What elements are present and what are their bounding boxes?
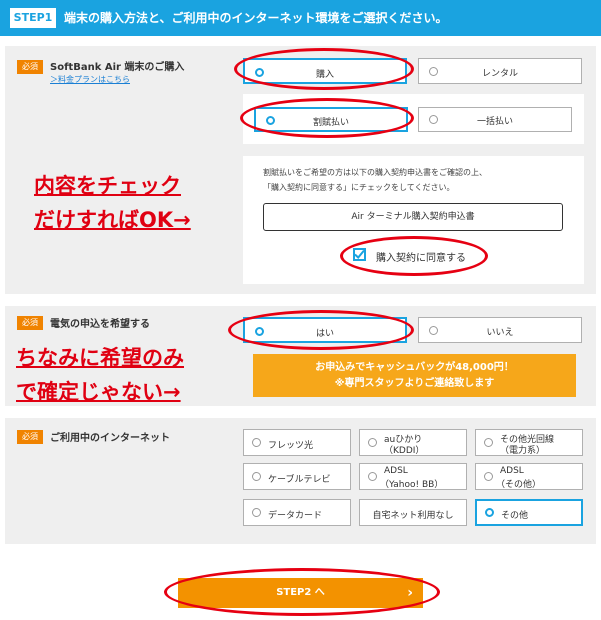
radio-icon bbox=[484, 472, 493, 481]
purchase-title: SoftBank Air 端末のご購入 bbox=[50, 62, 185, 73]
option-adsl-yahoo[interactable]: ADSL （Yahoo! BB） bbox=[359, 463, 467, 490]
option-other-fiber[interactable]: その他光回線 （電力系） bbox=[475, 429, 583, 456]
option-sublabel: （電力系） bbox=[500, 446, 546, 456]
option-lump-sum-label: 一括払い bbox=[476, 117, 513, 127]
electricity-title: 電気の申込を希望する bbox=[50, 319, 150, 330]
step-badge: STEP1 bbox=[10, 8, 56, 28]
highlight-ellipse-purchase bbox=[234, 48, 414, 90]
option-label: ADSL bbox=[500, 466, 524, 476]
annotation-1-line-1: 内容をチェック bbox=[34, 174, 181, 198]
option-adsl-other[interactable]: ADSL （その他） bbox=[475, 463, 583, 490]
cashback-line-1: お申込みでキャッシュバックが48,000円！ bbox=[315, 362, 514, 373]
required-badge: 必須 bbox=[17, 60, 43, 74]
option-flets[interactable]: フレッツ光 bbox=[243, 429, 351, 456]
cashback-banner: お申込みでキャッシュバックが48,000円！ ※専門スタッフよりご連絡致します bbox=[253, 354, 576, 397]
highlight-ellipse-step2 bbox=[164, 568, 440, 616]
option-no-label: いいえ bbox=[486, 328, 514, 338]
radio-icon bbox=[252, 438, 261, 447]
annotation-2-line-1: ちなみに希望のみ bbox=[16, 346, 184, 370]
option-no-home-net[interactable]: 自宅ネット利用なし bbox=[359, 499, 467, 526]
option-au-hikari[interactable]: auひかり （KDDI） bbox=[359, 429, 467, 456]
option-other[interactable]: その他 bbox=[475, 499, 583, 526]
notice-line-2: 「購入契約に同意する」にチェックをしてください。 bbox=[263, 183, 455, 192]
highlight-ellipse-agree bbox=[340, 236, 488, 276]
option-data-card[interactable]: データカード bbox=[243, 499, 351, 526]
option-label: ケーブルテレビ bbox=[268, 475, 331, 485]
cashback-line-2: ※専門スタッフよりご連絡致します bbox=[334, 378, 495, 389]
contract-document-button[interactable]: Air ターミナル購入契約申込書 bbox=[263, 203, 563, 231]
radio-icon bbox=[484, 438, 493, 447]
option-label: ADSL bbox=[384, 466, 408, 476]
step-title: 端末の購入方法と、ご利用中のインターネット環境をご選択ください。 bbox=[64, 11, 448, 25]
option-label: データカード bbox=[268, 511, 323, 521]
option-cable-tv[interactable]: ケーブルテレビ bbox=[243, 463, 351, 490]
annotation-1-line-2: だけすればOK→ bbox=[34, 208, 191, 232]
radio-icon bbox=[252, 472, 261, 481]
internet-title: ご利用中のインターネット bbox=[50, 433, 170, 444]
option-label: 自宅ネット利用なし bbox=[372, 511, 454, 521]
option-rental[interactable]: レンタル bbox=[418, 58, 582, 84]
highlight-ellipse-electricity bbox=[228, 310, 414, 350]
option-sublabel: （その他） bbox=[496, 480, 542, 490]
option-label: その他 bbox=[501, 511, 529, 521]
radio-icon bbox=[252, 508, 261, 517]
radio-icon bbox=[368, 438, 377, 447]
highlight-ellipse-installment bbox=[240, 98, 414, 138]
notice-line-1: 割賦払いをご希望の方は以下の購入契約申込書をご確認の上、 bbox=[263, 168, 487, 177]
required-badge: 必須 bbox=[17, 316, 43, 330]
option-rental-label: レンタル bbox=[481, 69, 518, 79]
radio-icon bbox=[485, 508, 494, 517]
option-lump-sum[interactable]: 一括払い bbox=[418, 107, 572, 132]
option-electricity-no[interactable]: いいえ bbox=[418, 317, 582, 343]
required-badge: 必須 bbox=[17, 430, 43, 444]
option-sublabel: （Yahoo! BB） bbox=[380, 480, 444, 490]
price-plan-link[interactable]: ＞料金プランはこちら bbox=[50, 74, 130, 85]
annotation-2-line-2: で確定じゃない→ bbox=[16, 380, 181, 404]
option-sublabel: （KDDI） bbox=[384, 446, 425, 456]
option-label: フレッツ光 bbox=[268, 441, 314, 451]
radio-icon bbox=[368, 472, 377, 481]
